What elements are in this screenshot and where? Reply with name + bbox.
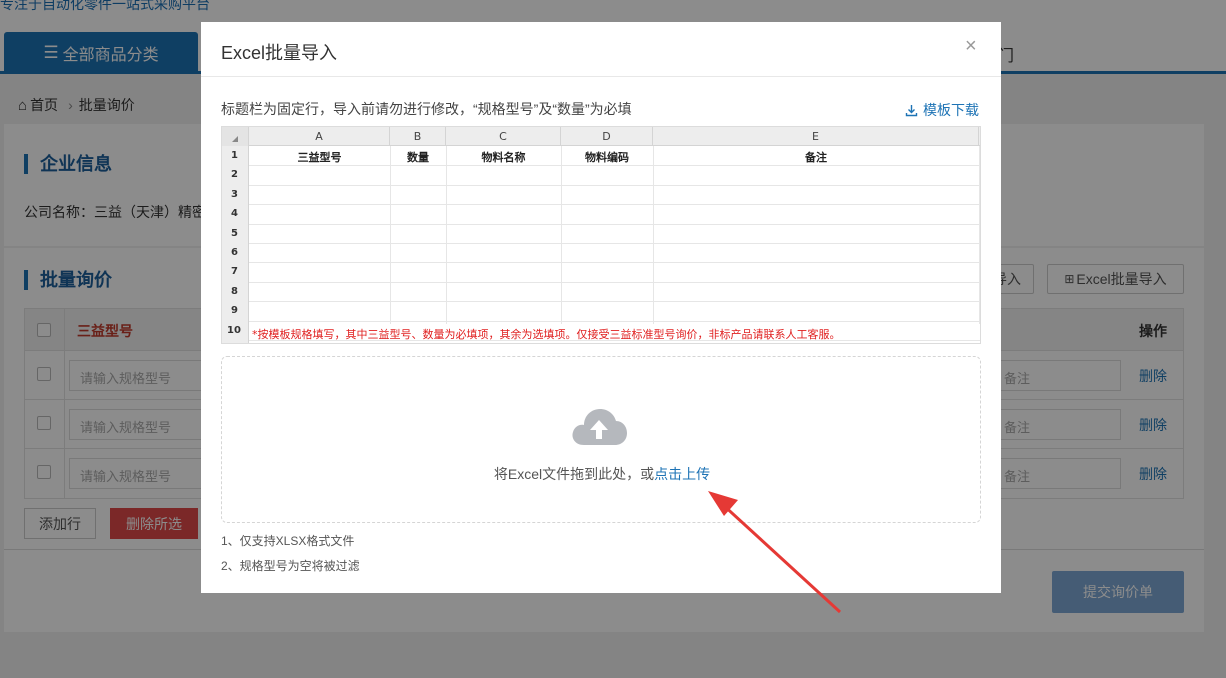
annotation-arrow-icon (708, 491, 842, 614)
